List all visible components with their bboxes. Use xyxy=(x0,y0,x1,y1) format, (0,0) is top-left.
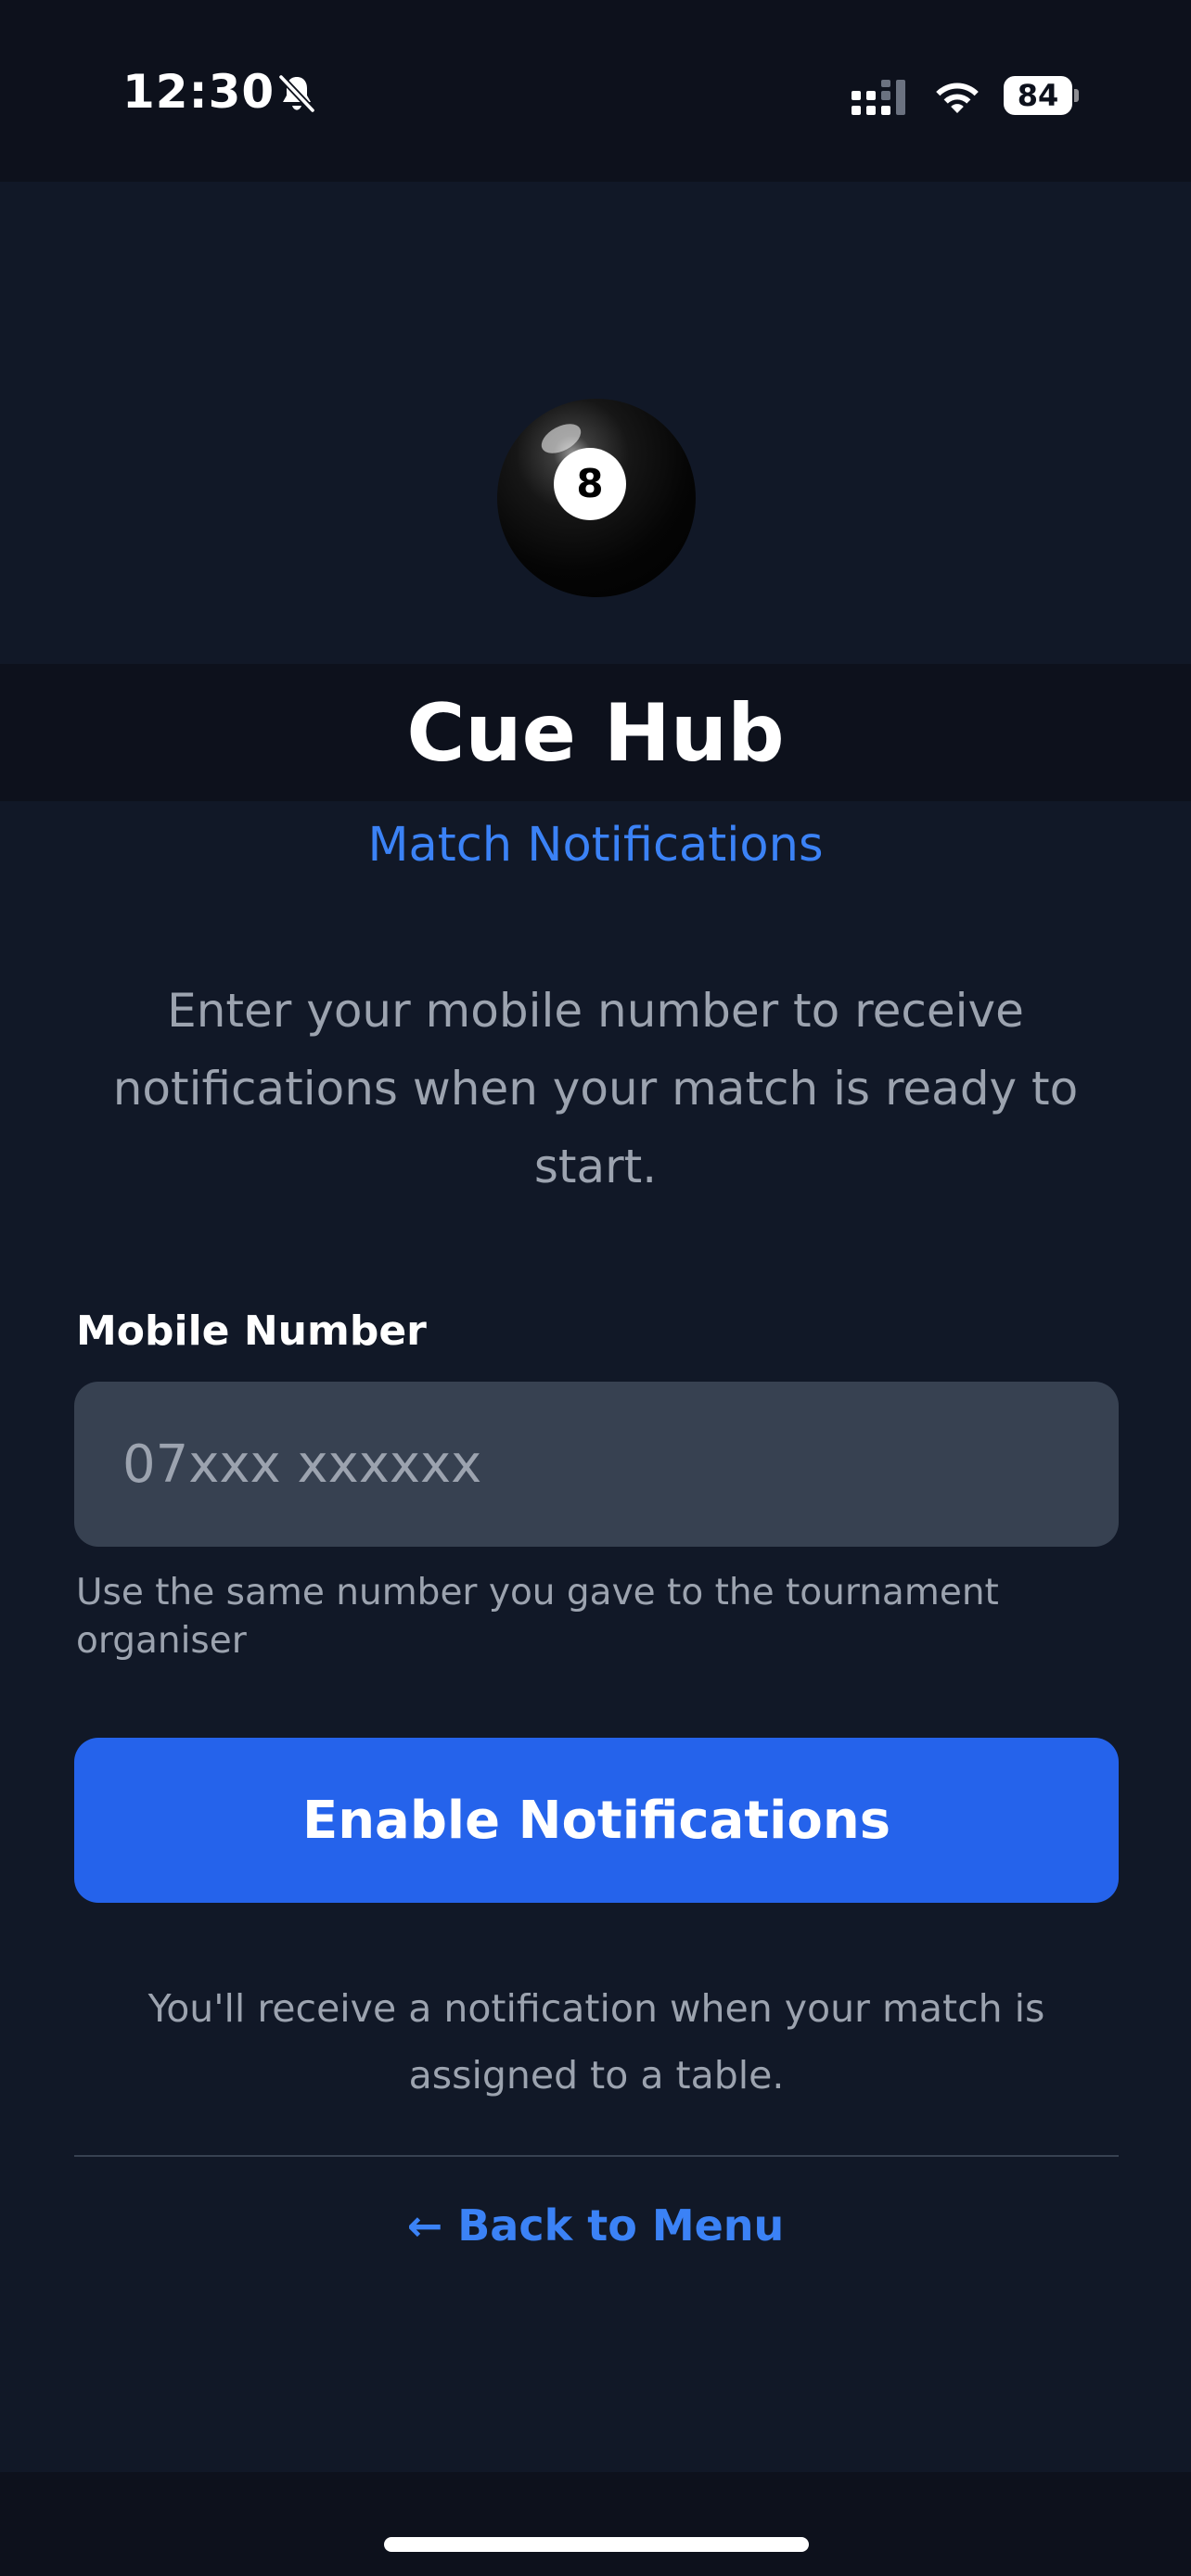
app-title: Cue Hub xyxy=(406,687,785,780)
status-bar: 12:30 84 xyxy=(0,0,1191,182)
bottom-bar xyxy=(0,2472,1191,2576)
home-indicator[interactable] xyxy=(384,2537,809,2552)
notifications-screen: 12:30 84 8 Cue Hub Match Notifications E… xyxy=(0,0,1191,2576)
mobile-number-input[interactable] xyxy=(74,1382,1119,1547)
divider xyxy=(74,2155,1119,2157)
page-subtitle: Match Notifications xyxy=(367,818,824,873)
intro-text: Enter your mobile number to receive noti… xyxy=(112,984,1079,1193)
mobile-number-hint: Use the same number you gave to the tour… xyxy=(76,1572,999,1662)
enable-notifications-button[interactable]: Enable Notifications xyxy=(74,1738,1119,1903)
status-time: 12:30 xyxy=(122,65,275,119)
bell-slash-icon xyxy=(278,74,315,113)
eight-ball-number: 8 xyxy=(554,448,626,520)
signal-icon xyxy=(852,80,905,115)
wifi-icon xyxy=(936,83,979,113)
info-text: You'll receive a notification when your … xyxy=(147,1986,1045,2098)
eight-ball-icon: 8 xyxy=(497,399,696,597)
mobile-number-label: Mobile Number xyxy=(76,1307,427,1355)
back-to-menu-link[interactable]: ← Back to Menu xyxy=(0,2196,1191,2255)
battery-nub xyxy=(1074,89,1079,102)
battery-level: 84 xyxy=(1004,76,1072,115)
battery-icon: 84 xyxy=(1004,76,1079,115)
